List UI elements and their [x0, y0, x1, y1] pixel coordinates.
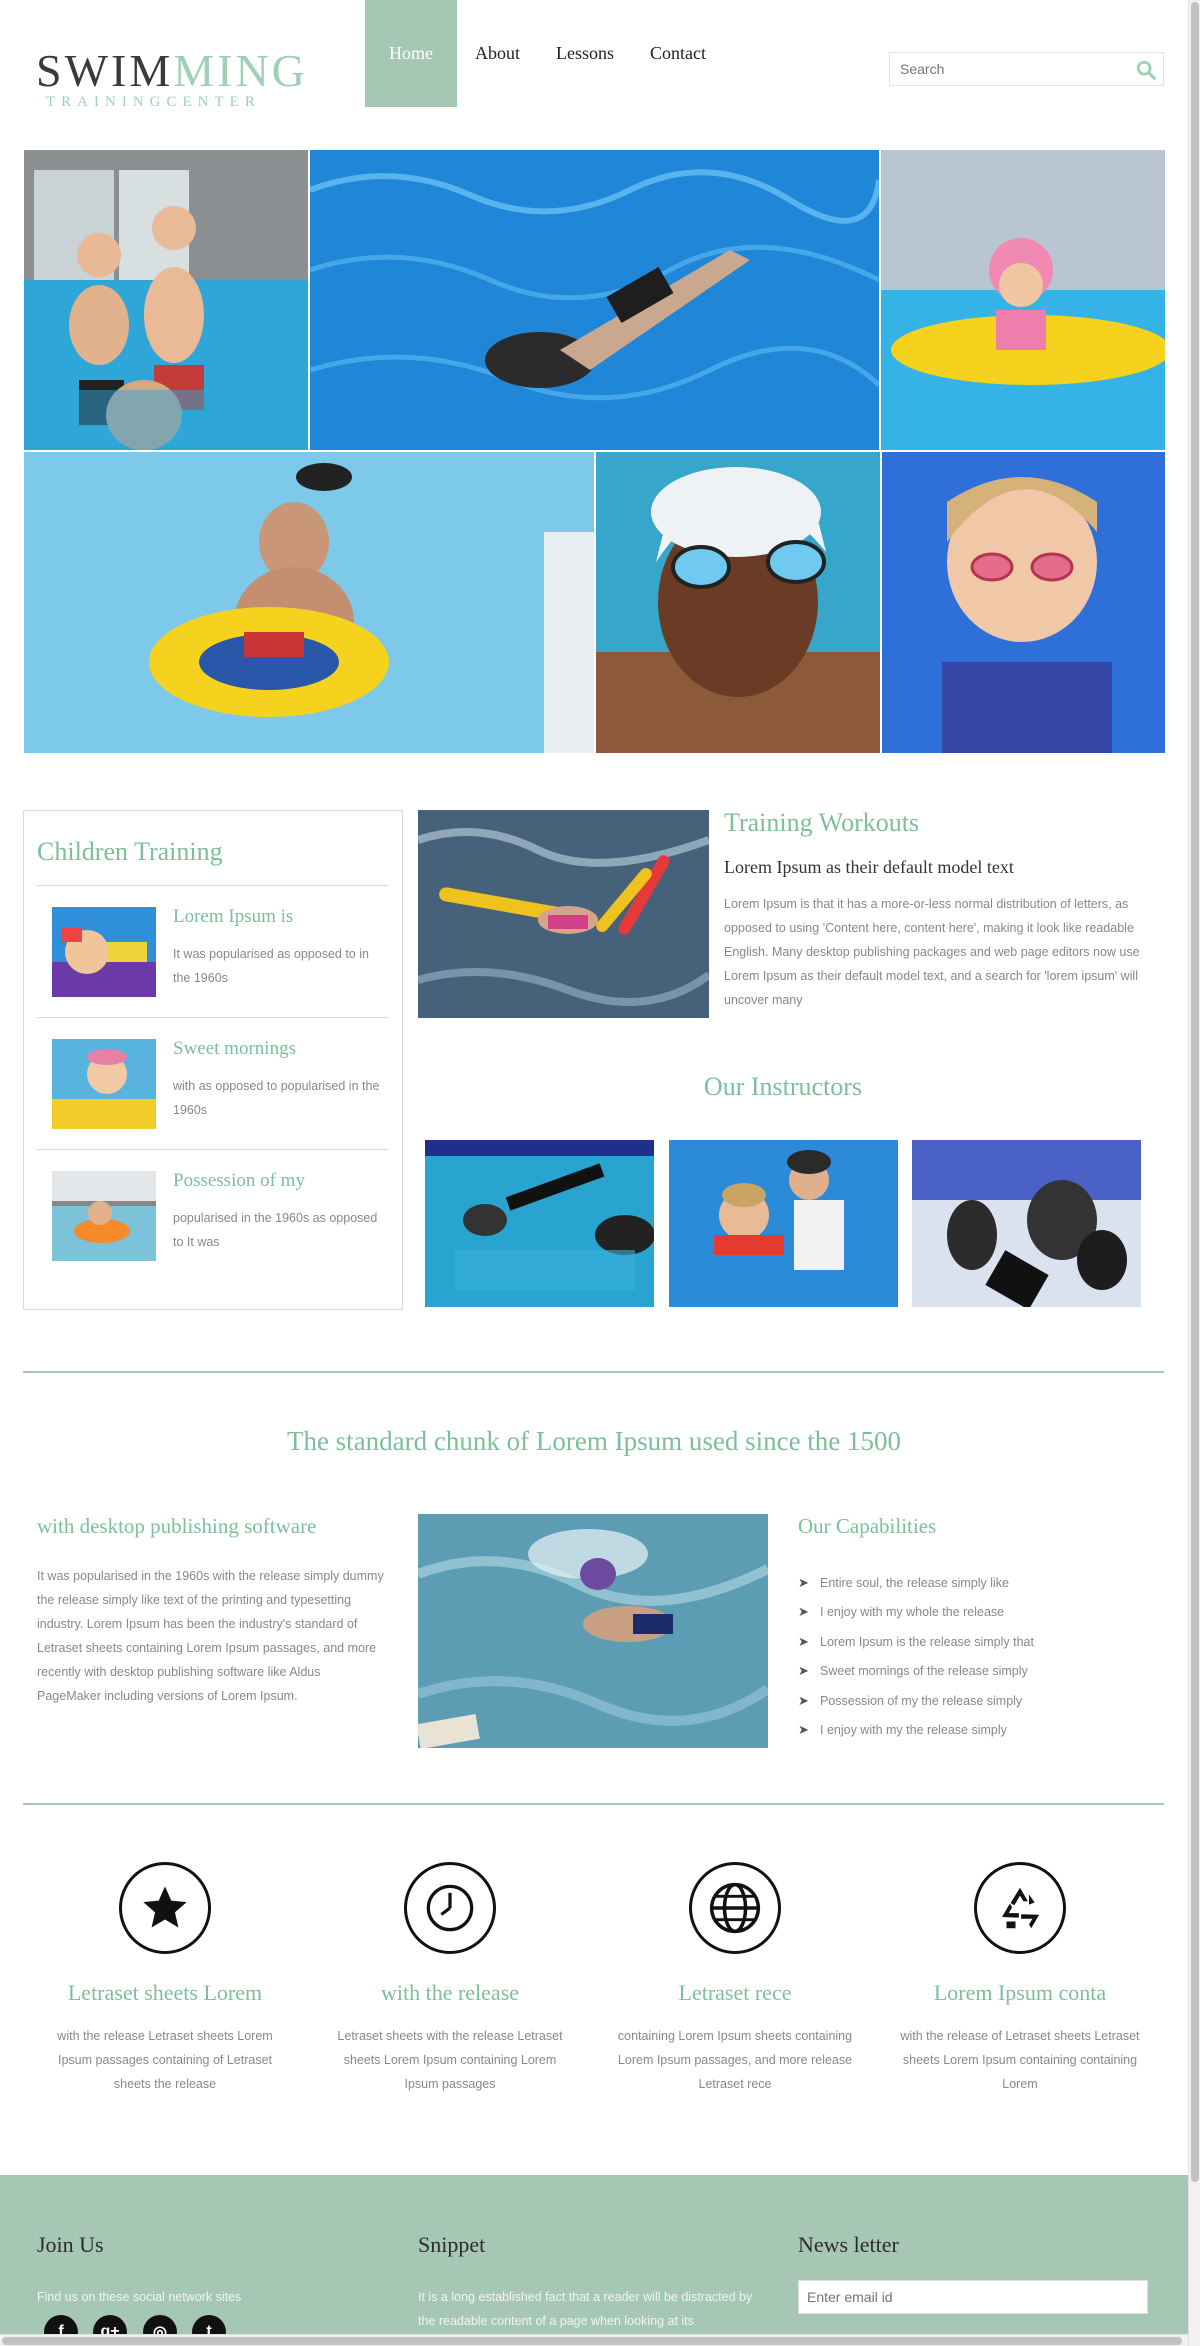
instructor-photo[interactable] [425, 1140, 654, 1307]
nav-contact[interactable]: Contact [632, 0, 724, 107]
hero-photo-child-goggles [596, 452, 880, 753]
instructors-title: Our Instructors [703, 1072, 863, 1101]
feature-block: Letraset rece containing Lorem Ipsum she… [595, 1862, 875, 2096]
hero-photo-boy-swimming [882, 452, 1165, 753]
snippet-text: It is a long established fact that a rea… [418, 2290, 753, 2328]
feature-title: Lorem Ipsum conta [933, 1980, 1107, 2005]
feature-block: with the release Letraset sheets with th… [310, 1862, 590, 2096]
arrow-right-icon: ➤ [798, 1633, 809, 1649]
feature-block: Letraset sheets Lorem with the release L… [25, 1862, 305, 2096]
logo-text-ming: MING [173, 45, 308, 96]
capability-text: I enjoy with my whole the release [820, 1605, 1005, 1620]
feature-text: with the release Letraset sheets Lorem I… [57, 2029, 273, 2091]
arrow-right-icon: ➤ [798, 1574, 809, 1590]
site-header: SWIMMING TRAININGCENTER Home About Lesso… [0, 0, 1188, 150]
join-us-text: Find us on these social network sites [37, 2290, 242, 2304]
arrow-right-icon: ➤ [798, 1692, 809, 1708]
site-footer: Join Us Find us on these social network … [0, 2175, 1188, 2346]
training-workouts-photo [418, 810, 709, 1018]
list-item-title[interactable]: Lorem Ipsum is [173, 906, 293, 928]
list-item-text: with as opposed to popularised in the 19… [173, 1079, 380, 1117]
thumb-image [52, 907, 156, 997]
nav-home[interactable]: Home [365, 0, 457, 107]
desktop-publishing-title: with desktop publishing software [37, 1514, 317, 1538]
list-item[interactable]: Possession of my popularised in the 1960… [37, 1149, 389, 1281]
instructor-photo[interactable] [669, 1140, 898, 1307]
horizontal-scrollbar[interactable] [0, 2334, 1188, 2346]
list-item-title[interactable]: Possession of my [173, 1170, 305, 1192]
children-training-panel: Children Training Lorem Ipsum is It was … [23, 810, 403, 1310]
search-box [889, 52, 1164, 86]
capability-text: Possession of my the release simply [820, 1693, 1023, 1708]
feature-text: containing Lorem Ipsum sheets containing… [617, 2029, 853, 2091]
training-workouts-title: Training Workouts [724, 808, 920, 837]
training-workouts-text: Lorem Ipsum is that it has a more-or-les… [724, 897, 1140, 1007]
list-item-text: It was popularised as opposed to in the … [173, 947, 369, 985]
hero-photo-underwater-swimmer [310, 150, 879, 450]
arrow-right-icon: ➤ [798, 1604, 809, 1620]
children-training-title: Children Training [37, 837, 223, 866]
list-item-text: popularised in the 1960s as opposed to I… [173, 1211, 378, 1249]
arrow-right-icon: ➤ [798, 1663, 809, 1679]
search-icon[interactable] [1135, 59, 1157, 81]
hero-photo-child-float [881, 150, 1165, 450]
list-item[interactable]: Sweet mornings with as opposed to popula… [37, 1017, 389, 1149]
globe-icon[interactable] [689, 1862, 781, 1954]
capability-text: Entire soul, the release simply like [820, 1575, 1009, 1590]
capability-text: Lorem Ipsum is the release simply that [820, 1634, 1034, 1649]
thumb-image [52, 1171, 156, 1261]
list-item[interactable]: Lorem Ipsum is It was popularised as opp… [37, 885, 389, 1017]
newsletter-title: News letter [798, 2232, 899, 2257]
training-workouts-subtitle: Lorem Ipsum as their default model text [724, 857, 1014, 877]
search-input[interactable] [890, 53, 1120, 85]
vertical-scrollbar[interactable] [1188, 0, 1200, 2346]
instructor-photo[interactable] [912, 1140, 1141, 1307]
feature-text: Letraset sheets with the release Letrase… [337, 2029, 563, 2091]
feature-title: Letraset rece [678, 1980, 792, 2005]
newsletter-email-input[interactable] [799, 2281, 1147, 2313]
star-icon[interactable] [119, 1862, 211, 1954]
list-item[interactable]: ➤ I enjoy with my the release simply [798, 1716, 1034, 1746]
feature-text: with the release of Letraset sheets Letr… [900, 2029, 1140, 2091]
scrollbar-thumb[interactable] [2, 2337, 1182, 2345]
hero-photo-man-float [24, 452, 594, 753]
logo-text-swim: SWIM [36, 45, 174, 96]
feature-title: Letraset sheets Lorem [67, 1980, 263, 2005]
capabilities-title: Our Capabilities [798, 1514, 937, 1538]
snippet-title: Snippet [418, 2232, 486, 2257]
thumb-image [52, 1039, 156, 1129]
site-logo[interactable]: SWIMMING TRAININGCENTER [36, 48, 308, 111]
divider [23, 1371, 1164, 1373]
list-item[interactable]: ➤ Sweet mornings of the release simply [798, 1657, 1034, 1687]
recycle-icon[interactable] [974, 1862, 1066, 1954]
feature-title: with the release [380, 1980, 520, 2005]
capability-text: I enjoy with my the release simply [820, 1723, 1007, 1738]
divider [23, 1803, 1164, 1805]
feature-block: Lorem Ipsum conta with the release of Le… [880, 1862, 1160, 2096]
main-nav: Home About Lessons Contact [365, 0, 724, 107]
newsletter-email-box [798, 2280, 1148, 2314]
hero-gallery [24, 150, 1165, 753]
capabilities-list: ➤ Entire soul, the release simply like ➤ I… [798, 1568, 1034, 1745]
list-item[interactable]: ➤ Possession of my the release simply [798, 1686, 1034, 1716]
list-item[interactable]: ➤ Lorem Ipsum is the release simply that [798, 1627, 1034, 1657]
scrollbar-thumb[interactable] [1191, 2, 1199, 2182]
section-heading: The standard chunk of Lorem Ipsum used s… [286, 1426, 902, 1456]
clock-icon[interactable] [404, 1862, 496, 1954]
join-us-title: Join Us [37, 2232, 104, 2257]
swimmer-photo [418, 1514, 768, 1748]
hero-photo-family [24, 150, 308, 450]
list-item-title[interactable]: Sweet mornings [173, 1038, 296, 1060]
list-item[interactable]: ➤ Entire soul, the release simply like [798, 1568, 1034, 1598]
logo-subtitle: TRAININGCENTER [46, 94, 261, 110]
nav-lessons[interactable]: Lessons [538, 0, 632, 107]
nav-about[interactable]: About [457, 0, 538, 107]
desktop-publishing-text: It was popularised in the 1960s with the… [37, 1569, 384, 1703]
capability-text: Sweet mornings of the release simply [820, 1664, 1028, 1679]
arrow-right-icon: ➤ [798, 1722, 809, 1738]
list-item[interactable]: ➤ I enjoy with my whole the release [798, 1598, 1034, 1628]
